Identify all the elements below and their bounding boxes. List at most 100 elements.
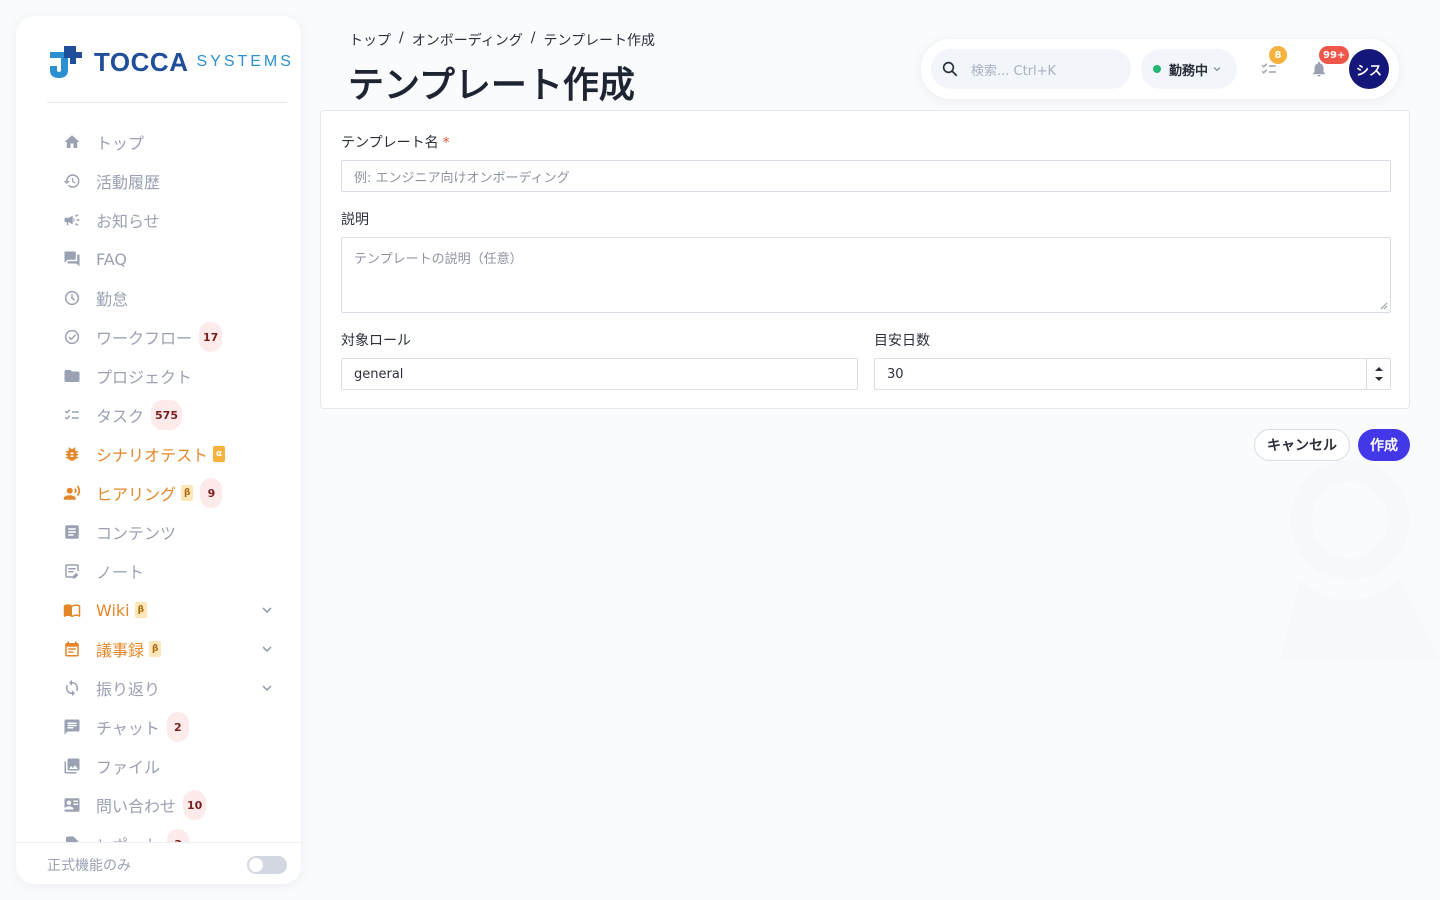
user-avatar[interactable]: シス <box>1349 49 1389 89</box>
estimated-days-value: 30 <box>887 366 904 382</box>
search-placeholder: 検索... Ctrl+K <box>971 63 1057 79</box>
report-icon <box>62 834 82 842</box>
template-name-placeholder: 例: エンジニア向けオンボーディング <box>354 170 570 186</box>
sidebar-item-top[interactable]: トップ <box>62 127 283 157</box>
bug-icon <box>62 444 82 464</box>
sidebar-item-scenario-test[interactable]: シナリオテスト α <box>62 439 283 469</box>
sidebar-item-inquiry[interactable]: 問い合わせ 10 <box>62 790 283 820</box>
resize-handle-icon[interactable] <box>1380 302 1388 310</box>
number-spinner[interactable] <box>1366 359 1390 389</box>
search-input[interactable]: 検索... Ctrl+K <box>931 49 1131 89</box>
sidebar-item-attendance[interactable]: 勤怠 <box>62 283 283 313</box>
note-icon <box>62 561 82 581</box>
sidebar-item-label: 問い合わせ <box>96 797 177 816</box>
person-speaking-icon <box>62 483 82 503</box>
notification-count-badge: 99+ <box>1319 46 1350 64</box>
sidebar-item-project[interactable]: プロジェクト <box>62 361 283 391</box>
breadcrumb-item-top[interactable]: トップ <box>349 30 391 50</box>
sidebar-item-report[interactable]: レポート 3 <box>62 829 283 842</box>
history-icon <box>62 171 82 191</box>
calendar-icon <box>62 639 82 659</box>
sidebar-item-note[interactable]: ノート <box>62 556 283 586</box>
estimated-days-input[interactable]: 30 <box>874 358 1391 390</box>
sidebar-item-task[interactable]: タスク 575 <box>62 400 283 430</box>
sidebar-item-contents[interactable]: コンテンツ <box>62 517 283 547</box>
cancel-button[interactable]: キャンセル <box>1254 429 1350 461</box>
count-badge: 10 <box>183 790 207 820</box>
sidebar-item-minutes[interactable]: 議事録 β <box>62 634 283 664</box>
contact-card-icon <box>62 795 82 815</box>
chevron-down-icon[interactable] <box>261 604 273 616</box>
sidebar-item-history[interactable]: 活動履歴 <box>62 166 283 196</box>
breadcrumb-separator: / <box>399 30 404 46</box>
sidebar-item-retrospective[interactable]: 振り返り <box>62 673 283 703</box>
beta-tag: β <box>134 602 148 618</box>
search-icon <box>942 61 958 77</box>
sidebar-item-label: コンテンツ <box>96 524 177 543</box>
sidebar-item-label: お知らせ <box>96 212 160 231</box>
sidebar-item-label: FAQ <box>96 249 127 269</box>
top-bar: 検索... Ctrl+K 勤務中 8 99+ シス <box>921 39 1399 99</box>
task-list-button[interactable]: 8 <box>1257 46 1287 81</box>
target-role-input[interactable]: general <box>341 358 858 390</box>
breadcrumb-item-onboarding[interactable]: オンボーディング <box>412 30 523 50</box>
template-name-input[interactable]: 例: エンジニア向けオンボーディング <box>341 160 1391 192</box>
status-dot-icon <box>1153 65 1161 73</box>
clock-icon <box>62 288 82 308</box>
official-features-toggle[interactable] <box>247 856 287 874</box>
task-count-badge: 8 <box>1269 46 1287 64</box>
home-icon <box>62 132 82 152</box>
checklist-icon <box>62 405 82 425</box>
target-role-value: general <box>354 366 404 382</box>
sidebar-footer: 正式機能のみ <box>16 842 301 884</box>
description-textarea[interactable]: テンプレートの説明（任意） <box>341 237 1391 313</box>
chat-icon <box>62 717 82 737</box>
sidebar-item-label: 活動履歴 <box>96 173 161 192</box>
sidebar-item-label: ノート <box>96 563 145 582</box>
sidebar-item-faq[interactable]: FAQ <box>62 244 283 274</box>
sidebar-item-label: 振り返り <box>96 680 161 699</box>
sidebar-item-label: レポート <box>96 832 160 842</box>
sidebar-item-label: 勤怠 <box>96 290 129 309</box>
breadcrumb: トップ / オンボーディング / テンプレート作成 <box>349 30 655 50</box>
sidebar: TOCCA SYSTEMS トップ 活動履歴 お知らせ FAQ 勤怠 ワークフロ… <box>16 16 301 884</box>
sidebar-item-files[interactable]: ファイル <box>62 751 283 781</box>
count-badge: 575 <box>151 400 182 430</box>
breadcrumb-item-current: テンプレート作成 <box>543 33 656 49</box>
work-status-label: 勤務中 <box>1169 63 1209 79</box>
sidebar-item-news[interactable]: お知らせ <box>62 205 283 235</box>
brand-name: TOCCA <box>94 46 189 77</box>
breadcrumb-separator: / <box>530 30 536 46</box>
template-form-card: テンプレート名 * 例: エンジニア向けオンボーディング 説明 テンプレートの説明… <box>320 110 1410 409</box>
refresh-icon <box>62 678 82 698</box>
image-icon <box>62 756 82 776</box>
sidebar-item-hearing[interactable]: ヒアリング β 9 <box>62 478 283 508</box>
folder-icon <box>62 366 82 386</box>
document-icon <box>62 522 82 542</box>
chevron-down-icon[interactable] <box>261 682 273 694</box>
create-button[interactable]: 作成 <box>1358 429 1410 461</box>
sidebar-item-workflow[interactable]: ワークフロー 17 <box>62 322 283 352</box>
work-status-dropdown[interactable]: 勤務中 <box>1141 49 1237 89</box>
beta-tag: β <box>149 641 162 657</box>
sidebar-item-label: 議事録 <box>96 641 145 660</box>
sidebar-item-chat[interactable]: チャット 2 <box>62 712 283 742</box>
alpha-tag: α <box>213 446 226 462</box>
sidebar-item-wiki[interactable]: Wiki β <box>62 595 283 625</box>
chevron-down-icon[interactable] <box>261 643 273 655</box>
megaphone-icon <box>62 210 82 230</box>
sidebar-item-label: ワークフロー <box>96 329 193 348</box>
sidebar-nav: トップ 活動履歴 お知らせ FAQ 勤怠 ワークフロー 17 プロジェクト タス… <box>16 122 301 842</box>
template-name-label-text: テンプレート名 <box>341 135 439 151</box>
forum-icon <box>62 249 82 269</box>
notifications-button[interactable]: 99+ <box>1307 46 1350 81</box>
sidebar-item-label: シナリオテスト <box>96 446 209 465</box>
count-badge: 17 <box>199 322 223 352</box>
brand-logo[interactable]: TOCCA SYSTEMS <box>46 42 294 82</box>
official-features-only-label: 正式機能のみ <box>47 858 131 874</box>
page-title: テンプレート作成 <box>348 65 635 106</box>
divider <box>47 102 287 103</box>
tocca-logo-icon <box>50 46 82 78</box>
description-placeholder: テンプレートの説明（任意） <box>354 252 523 267</box>
spinner-arrows-icon[interactable] <box>1367 359 1391 389</box>
